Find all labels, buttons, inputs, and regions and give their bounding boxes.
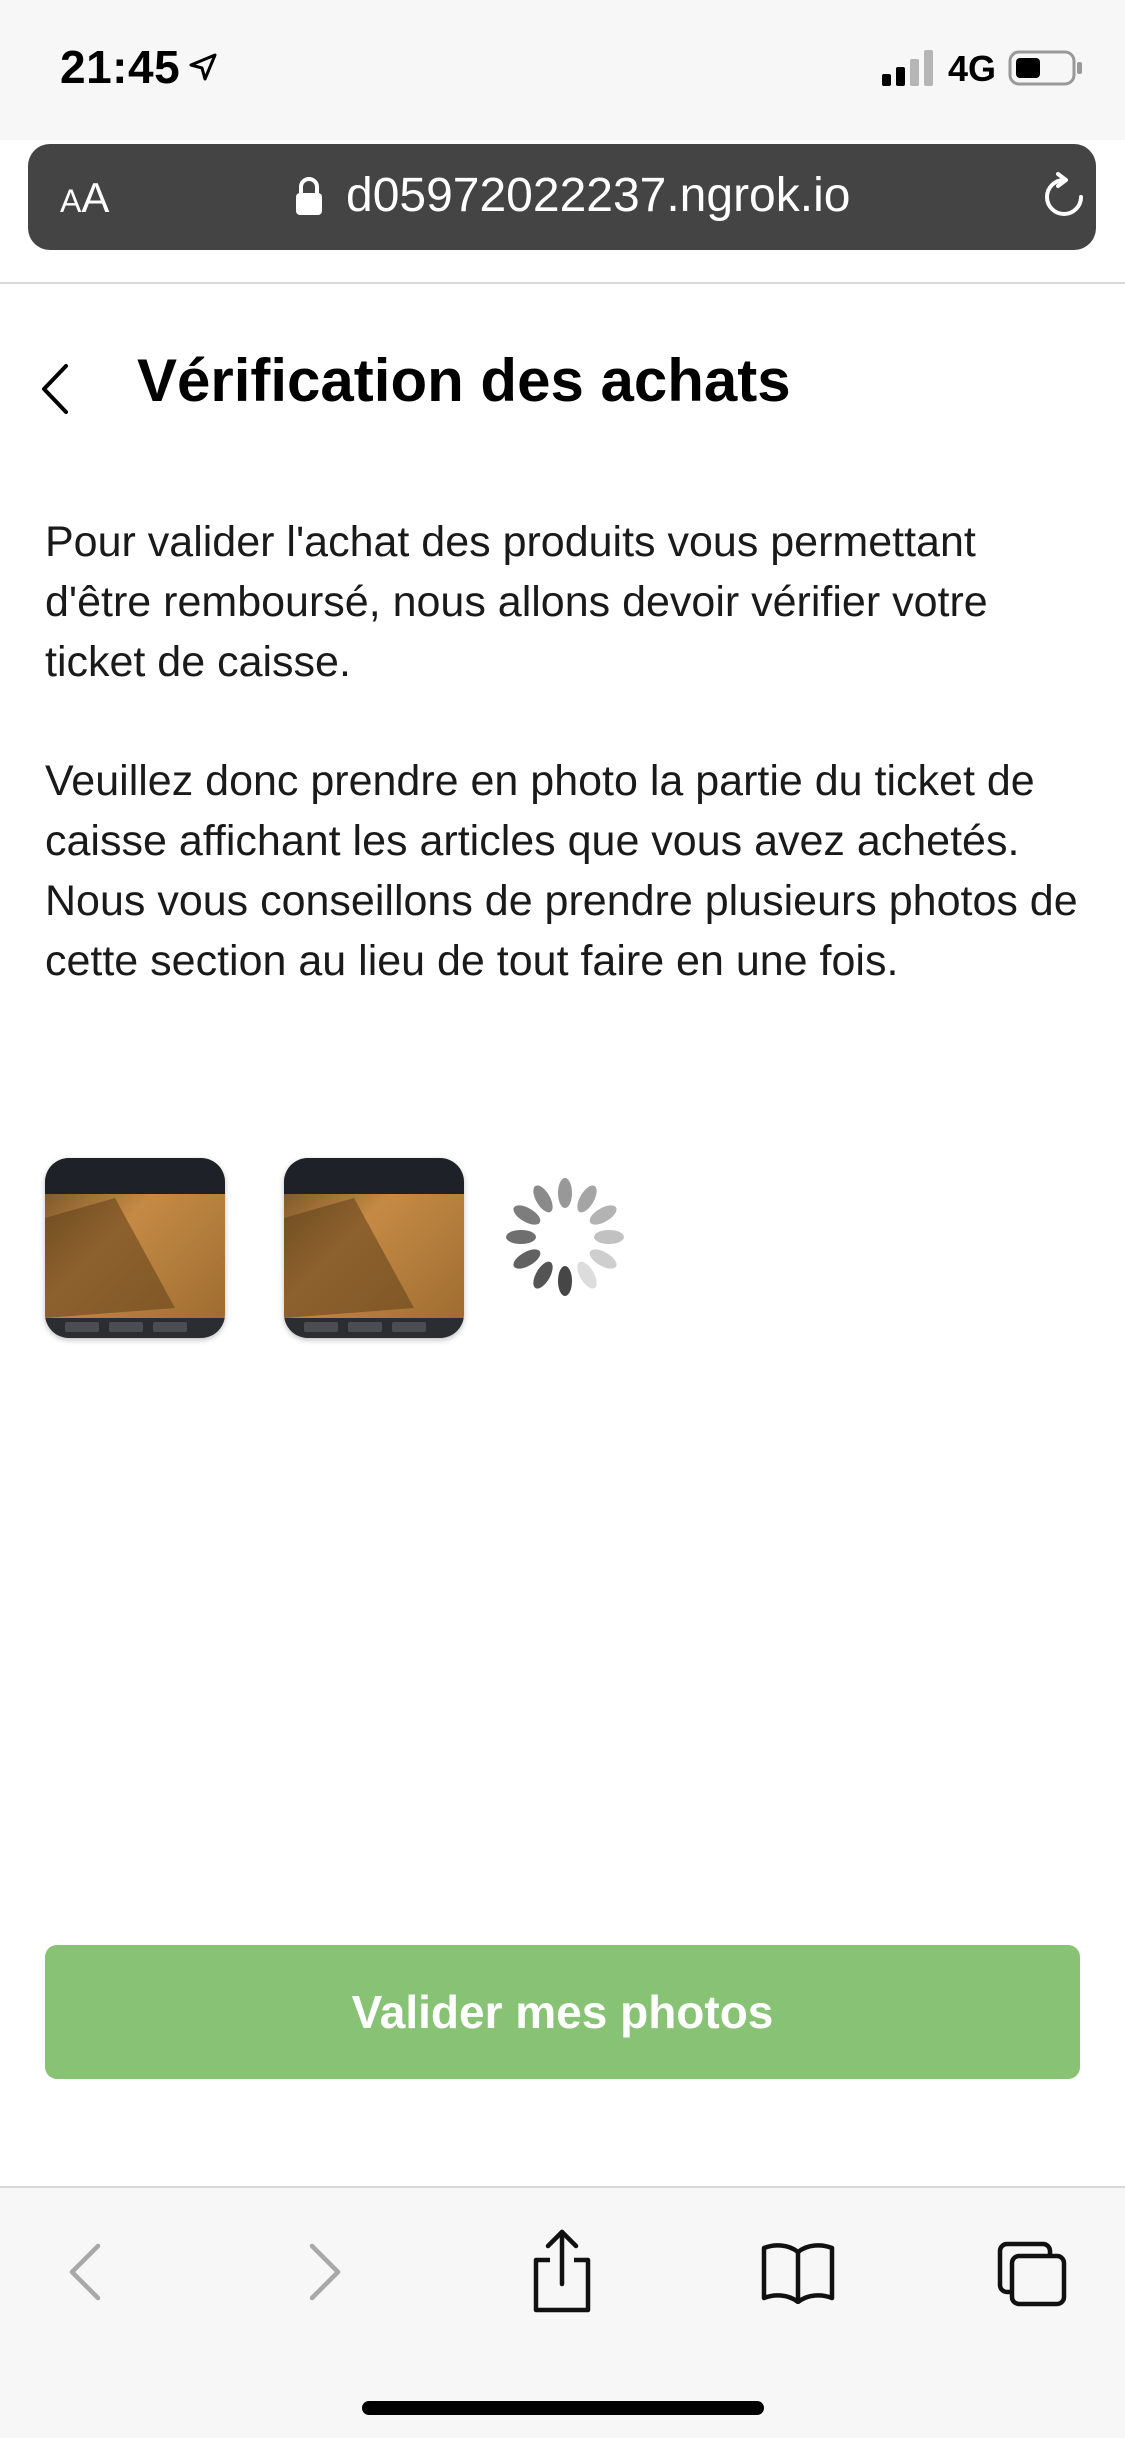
divider	[0, 282, 1125, 284]
spinner-spoke	[589, 1205, 617, 1225]
receipt-photo-thumbnail[interactable]	[284, 1158, 464, 1338]
bookmarks-icon[interactable]	[760, 2240, 836, 2309]
status-bar: 21:45 4G	[0, 0, 1125, 140]
text-size-big-label: A	[81, 174, 110, 221]
spinner-spoke	[513, 1249, 541, 1269]
validate-photos-button[interactable]: Valider mes photos	[45, 1945, 1080, 2079]
receipt-photo-thumbnail[interactable]	[45, 1158, 225, 1338]
spinner-spoke	[577, 1185, 597, 1213]
spinner-spoke	[506, 1230, 536, 1244]
forward-icon[interactable]	[302, 2240, 348, 2309]
home-indicator	[362, 2401, 764, 2415]
url-text[interactable]: d05972022237.ngrok.io	[346, 168, 850, 223]
spinner-spoke	[589, 1249, 617, 1269]
network-type: 4G	[948, 48, 997, 89]
page-title: Vérification des achats	[137, 347, 791, 414]
share-icon[interactable]	[526, 2228, 598, 2319]
browser-toolbar	[0, 2186, 1125, 2438]
spinner-spoke	[533, 1261, 553, 1289]
back-chevron-icon[interactable]	[36, 362, 72, 421]
spinner-spoke	[558, 1266, 572, 1296]
loading-spinner-icon	[500, 1172, 630, 1307]
text-size-button[interactable]: A A	[60, 174, 109, 222]
signal-icon	[882, 50, 936, 91]
status-time: 21:45	[60, 41, 181, 93]
location-arrow-icon	[188, 52, 218, 87]
spinner-spoke	[533, 1185, 553, 1213]
address-bar[interactable]: A A d05972022237.ngrok.io	[28, 144, 1096, 250]
text-size-small-label: A	[60, 183, 82, 219]
tabs-icon[interactable]	[996, 2240, 1068, 2313]
reload-icon[interactable]	[1040, 172, 1088, 227]
lock-icon	[294, 176, 324, 221]
spinner-spoke	[513, 1205, 541, 1225]
instructions-paragraph-1: Pour valider l'achat des produits vous p…	[45, 518, 988, 686]
spinner-spoke	[577, 1261, 597, 1289]
spinner-spoke	[594, 1230, 624, 1244]
instructions-paragraph-2: Veuillez donc prendre en photo la partie…	[45, 757, 1078, 985]
back-icon[interactable]	[62, 2240, 108, 2309]
spinner-spoke	[558, 1178, 572, 1208]
battery-icon	[1008, 48, 1084, 93]
